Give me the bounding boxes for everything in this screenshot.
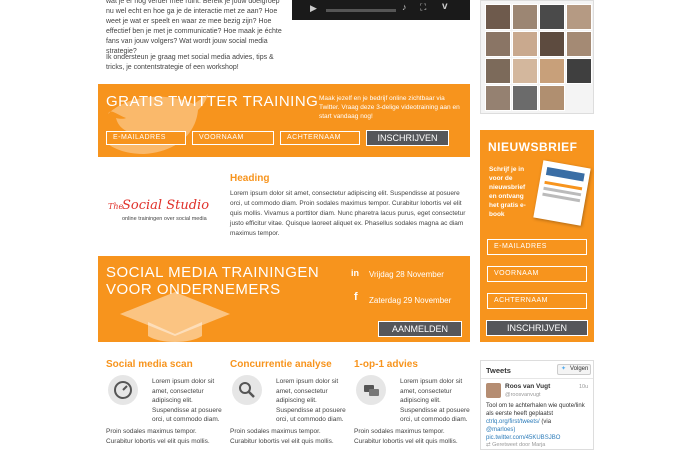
avatar[interactable] bbox=[485, 85, 511, 111]
training-date-2: Zaterdag 29 November bbox=[369, 296, 452, 305]
feature-title-scan: Social media scan bbox=[106, 359, 193, 370]
newsletter-firstname-input[interactable]: VOORNAAM bbox=[487, 266, 587, 282]
feature-icon-scan bbox=[108, 375, 138, 405]
feature-more-advies: Proin sodales maximus tempor. Curabitur … bbox=[354, 428, 458, 445]
feature-text-analyse: Lorem ipsum dolor sit amet, consectetur … bbox=[276, 378, 346, 423]
twitter-training-description: Maak jezelf en je bedrijf online zichtba… bbox=[319, 95, 460, 120]
avatar[interactable] bbox=[539, 4, 565, 30]
training-date-1: Vrijdag 28 November bbox=[369, 270, 444, 279]
avatar[interactable] bbox=[512, 4, 538, 30]
feature-icon-analyse bbox=[232, 375, 262, 405]
avatar[interactable] bbox=[566, 31, 592, 57]
newsletter-description: Schrijf je in voor de nieuwsbrief en ont… bbox=[489, 166, 526, 218]
avatar[interactable] bbox=[566, 58, 592, 84]
avatar[interactable] bbox=[539, 85, 565, 111]
trainingen-banner: SOCIAL MEDIA TRAININGEN VOOR ONDERNEMERS… bbox=[98, 256, 470, 342]
newsletter-email-input[interactable]: E-MAILADRES bbox=[487, 239, 587, 255]
feature-text-advies: Lorem ipsum dolor sit amet, consectetur … bbox=[400, 378, 470, 423]
newsletter-box: NIEUWSBRIEF Schrijf je in voor de nieuws… bbox=[480, 130, 594, 342]
tweet-avatar[interactable] bbox=[486, 383, 501, 398]
trainingen-title-line2: VOOR ONDERNEMERS bbox=[106, 281, 281, 298]
trainingen-title-line1: SOCIAL MEDIA TRAININGEN bbox=[106, 264, 320, 281]
section-heading: Heading bbox=[230, 173, 270, 184]
social-studio-logo[interactable]: The Social Studio online trainingen over… bbox=[106, 198, 216, 228]
volume-icon[interactable]: ♪ bbox=[402, 2, 407, 12]
avatar[interactable] bbox=[539, 58, 565, 84]
feature-more-analyse: Proin sodales maximus tempor. Curabitur … bbox=[230, 428, 334, 445]
tweet-text: Tool om te achterhalen wie quote/link al… bbox=[486, 403, 585, 417]
avatar[interactable] bbox=[539, 31, 565, 57]
twitter-email-input[interactable]: E-MAILADRES bbox=[106, 131, 186, 145]
logo-tagline: online trainingen over social media bbox=[122, 216, 207, 222]
play-icon[interactable]: ▶ bbox=[310, 3, 317, 14]
fullscreen-icon[interactable]: ⛶ bbox=[420, 2, 426, 13]
avatar[interactable] bbox=[566, 4, 592, 30]
follower-avatar-grid bbox=[480, 0, 594, 114]
tweet-mention[interactable]: @marloes) bbox=[486, 426, 515, 434]
section-body: Lorem ipsum dolor sit amet, consectetur … bbox=[230, 190, 466, 237]
feature-title-analyse: Concurrentie analyse bbox=[230, 359, 332, 370]
avatar[interactable] bbox=[512, 85, 538, 111]
linkedin-icon[interactable]: in bbox=[351, 268, 359, 278]
feature-text-scan: Lorem ipsum dolor sit amet, consectetur … bbox=[152, 378, 222, 423]
tweet-pic-link[interactable]: pic.twitter.com/45KUBSJBO bbox=[486, 434, 560, 442]
avatar[interactable] bbox=[485, 31, 511, 57]
aanmelden-button[interactable]: AANMELDEN bbox=[378, 321, 462, 337]
twitter-lastname-input[interactable]: ACHTERNAAM bbox=[280, 131, 360, 145]
ebook-cover bbox=[533, 160, 591, 226]
twitter-training-banner: GRATIS TWITTER TRAINING Maak jezelf en j… bbox=[98, 84, 470, 157]
follow-label: Volgen bbox=[570, 366, 589, 372]
tweet-via: (via bbox=[541, 419, 552, 425]
newsletter-title: NIEUWSBRIEF bbox=[488, 140, 578, 154]
tweet-retweet-info: Geretweet door Marja bbox=[492, 442, 546, 448]
feature-title-advies: 1-op-1 advies bbox=[354, 359, 418, 370]
twitter-training-title: GRATIS TWITTER TRAINING bbox=[106, 93, 319, 110]
newsletter-lastname-input[interactable]: ACHTERNAAM bbox=[487, 293, 587, 309]
video-progress-bar[interactable] bbox=[326, 9, 396, 12]
tweet-author-name[interactable]: Roos van Vugt bbox=[505, 383, 550, 390]
tweet-time[interactable]: 10u bbox=[579, 384, 588, 390]
intro-paragraph-2: Ik ondersteun je graag met social media … bbox=[106, 54, 274, 71]
feature-more-scan: Proin sodales maximus tempor. Curabitur … bbox=[106, 428, 210, 445]
twitter-signup-button[interactable]: INSCHRIJVEN bbox=[366, 130, 449, 146]
tweets-header: Tweets bbox=[486, 366, 511, 375]
gauge-icon bbox=[114, 381, 132, 399]
follow-button[interactable]: ✦ Volgen bbox=[557, 364, 591, 375]
logo-the: The bbox=[108, 202, 124, 211]
intro-paragraph-1: wat je er nog verder mee ruint. Bereik j… bbox=[106, 0, 282, 55]
video-player[interactable]: ▶ ♪ ⛶ v bbox=[292, 0, 470, 20]
newsletter-signup-button[interactable]: INSCHRIJVEN bbox=[486, 320, 588, 336]
tweet-handle[interactable]: @roosvanvugt bbox=[505, 392, 541, 398]
retweet-icon: ⇄ bbox=[486, 442, 491, 448]
twitter-icon: ✦ bbox=[561, 366, 567, 372]
logo-title: Social Studio bbox=[122, 198, 210, 213]
magnifier-icon bbox=[239, 382, 255, 398]
graduation-cap-icon bbox=[120, 292, 230, 342]
feature-icon-advies bbox=[356, 375, 386, 405]
vimeo-icon[interactable]: v bbox=[442, 1, 448, 12]
avatar[interactable] bbox=[512, 31, 538, 57]
facebook-icon[interactable]: f bbox=[354, 291, 358, 303]
avatar[interactable] bbox=[512, 58, 538, 84]
chat-bubbles-icon bbox=[364, 385, 379, 396]
tweets-widget: Tweets ✦ Volgen Roos van Vugt 10u @roosv… bbox=[480, 360, 594, 450]
tweet-link[interactable]: ctrlq.org/first/tweets/ bbox=[486, 419, 540, 425]
avatar[interactable] bbox=[485, 4, 511, 30]
twitter-firstname-input[interactable]: VOORNAAM bbox=[192, 131, 274, 145]
avatar[interactable] bbox=[485, 58, 511, 84]
